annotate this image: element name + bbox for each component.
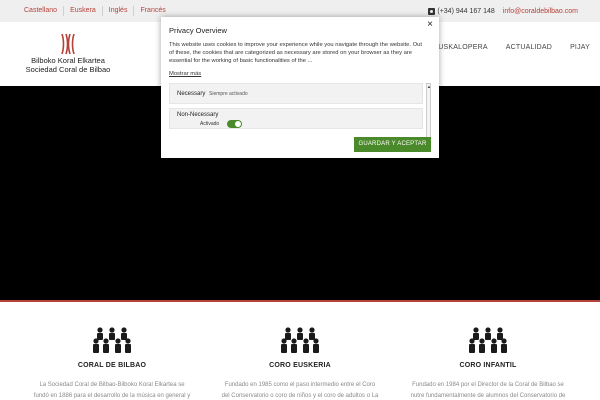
cookie-row-necessary[interactable]: Necessary Siempre activado — [169, 83, 423, 104]
lang-euskera[interactable]: Euskera — [64, 6, 103, 16]
feature-text: La Sociedad Coral de Bilbao-Bilboko Kora… — [33, 382, 191, 399]
choir-icon — [93, 327, 131, 353]
non-necessary-toggle[interactable] — [227, 120, 242, 128]
feature-title: CORO EUSKERIA — [269, 362, 331, 369]
cookie-row-non-necessary[interactable]: Non-Necessary Activado — [169, 108, 423, 129]
choir-icon — [469, 327, 507, 353]
cookie-row-label: Necessary Siempre activado — [177, 91, 248, 97]
hero-divider — [0, 300, 600, 302]
privacy-modal: Privacy Overview × This website uses coo… — [161, 17, 439, 158]
site-logo[interactable]: Bilboko Koral Elkartea Sociedad Coral de… — [20, 32, 116, 80]
nav-item-euskalopera[interactable]: EUSKALOPERA — [433, 44, 487, 51]
accept-button[interactable]: GUARDAR Y ACEPTAR — [354, 137, 431, 152]
feature-title: CORAL DE BILBAO — [77, 362, 147, 369]
phone-icon — [428, 7, 436, 15]
language-selector: Castellano Euskera Inglés Francés — [18, 0, 172, 22]
feature-text: Fundado en 1984 por el Director de la Co… — [410, 382, 566, 399]
feature-title: CORO INFANTIL — [459, 362, 517, 369]
lang-ingles[interactable]: Inglés — [103, 6, 135, 16]
lang-castellano[interactable]: Castellano — [18, 6, 65, 16]
cookie-categories: Necessary Siempre activado Non-Necessary… — [169, 83, 429, 145]
toggle-knob — [235, 121, 241, 127]
nav-item-pijay[interactable]: PIJAY — [570, 44, 590, 51]
show-more-link[interactable]: Mostrar más — [169, 71, 201, 77]
close-icon[interactable]: × — [427, 20, 433, 30]
phone-contact: (+34) 944 167 148 — [428, 7, 495, 15]
modal-scrollbar[interactable]: ▲ ▼ — [426, 83, 431, 145]
cookie-category-name: Non-Necessary — [177, 112, 219, 118]
modal-title: Privacy Overview — [169, 26, 227, 35]
lang-frances[interactable]: Francés — [134, 6, 171, 16]
logo-text-line1: Bilboko Koral Elkartea — [31, 56, 105, 65]
toggle-label: Activado — [200, 121, 220, 127]
contact-info: (+34) 944 167 148 info@coraldebilbao.com — [428, 0, 578, 22]
feature-coro-euskeria: CORO EUSKERIA Fundado en 1985 como el pa… — [220, 326, 380, 400]
scroll-up-icon[interactable]: ▲ — [427, 84, 431, 89]
logo-text-line2: Sociedad Coral de Bilbao — [25, 65, 111, 74]
feature-text: Fundado en 1985 como el paso intermedio … — [221, 382, 379, 399]
modal-body-text: This website uses cookies to improve you… — [169, 42, 422, 64]
cookie-category-status: Siempre activado — [209, 91, 248, 97]
nav-item-actualidad[interactable]: ACTUALIDAD — [506, 44, 552, 51]
email-link[interactable]: info@coraldebilbao.com — [503, 8, 578, 15]
choir-icon — [281, 327, 319, 353]
phone-number: (+34) 944 167 148 — [437, 7, 495, 15]
feature-coro-infantil: CORO INFANTIL Fundado en 1984 por el Dir… — [408, 326, 568, 400]
logo-mark-icon — [61, 33, 75, 55]
cookie-category-name: Necessary — [177, 91, 206, 97]
feature-coral-de-bilbao: CORAL DE BILBAO La Sociedad Coral de Bil… — [32, 326, 192, 400]
main-nav: EUSKALOPERA ACTUALIDAD PIJAY — [433, 44, 590, 51]
